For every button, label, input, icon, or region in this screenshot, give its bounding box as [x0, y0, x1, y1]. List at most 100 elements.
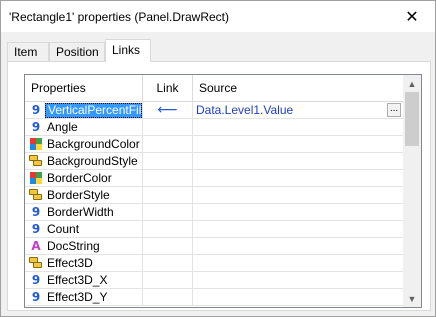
- property-cell[interactable]: 9 Count: [25, 221, 143, 238]
- property-name: Count: [47, 222, 80, 236]
- property-cell[interactable]: BackgroundStyle: [25, 153, 143, 170]
- property-cell[interactable]: 9 Angle: [25, 119, 143, 136]
- grid-rows: 9 VerticalPercentFill ⟵ Data.Level1.Value..…: [25, 102, 403, 306]
- property-cell[interactable]: 9 VerticalPercentFill: [25, 102, 143, 119]
- arrow-up-icon: ▲: [407, 78, 417, 89]
- number-icon-glyph: 9: [31, 205, 41, 219]
- number-icon-glyph: 9: [31, 273, 41, 287]
- property-name: Effect3D_Y: [47, 290, 108, 304]
- table-row[interactable]: BackgroundColor: [25, 136, 403, 153]
- number-icon: 9: [29, 120, 43, 134]
- number-icon: 9: [29, 205, 43, 219]
- window-title: 'Rectangle1' properties (Panel.DrawRect): [9, 10, 230, 24]
- style-icon: [29, 188, 43, 202]
- source-cell[interactable]: [193, 136, 403, 153]
- style-icon: [29, 154, 43, 168]
- table-row[interactable]: 9 VerticalPercentFill ⟵ Data.Level1.Value..…: [25, 102, 403, 119]
- property-name: BackgroundColor: [47, 137, 140, 151]
- number-icon: 9: [29, 273, 43, 287]
- color-icon: [29, 137, 43, 151]
- property-name: VerticalPercentFill: [48, 103, 143, 117]
- property-cell[interactable]: BackgroundColor: [25, 136, 143, 153]
- property-name: DocString: [47, 239, 100, 253]
- links-panel: Properties Link Source 9 VerticalPercentF…: [7, 61, 431, 311]
- link-cell[interactable]: [143, 221, 193, 238]
- property-cell[interactable]: 9 BorderWidth: [25, 204, 143, 221]
- source-cell[interactable]: [193, 119, 403, 136]
- source-cell[interactable]: [193, 238, 403, 255]
- property-cell[interactable]: 9 Effect3D_X: [25, 272, 143, 289]
- table-row[interactable]: Effect3D: [25, 255, 403, 272]
- link-cell[interactable]: [143, 255, 193, 272]
- column-header-link[interactable]: Link: [143, 75, 193, 102]
- link-cell[interactable]: ⟵: [143, 102, 193, 119]
- property-name: Angle: [47, 120, 78, 134]
- table-row[interactable]: 9 Angle: [25, 119, 403, 136]
- tab-links[interactable]: Links: [105, 39, 151, 62]
- close-icon: ✕: [405, 8, 419, 26]
- link-arrow-icon: ⟵: [157, 102, 178, 118]
- browse-button[interactable]: ...: [387, 103, 401, 117]
- table-row[interactable]: BackgroundStyle: [25, 153, 403, 170]
- scroll-up-button[interactable]: ▲: [403, 75, 421, 92]
- link-cell[interactable]: [143, 272, 193, 289]
- link-cell[interactable]: [143, 119, 193, 136]
- string-icon: A: [29, 239, 43, 253]
- source-cell[interactable]: [193, 255, 403, 272]
- number-icon-glyph: 9: [31, 120, 41, 134]
- number-icon-glyph: 9: [31, 103, 41, 117]
- property-name: BackgroundStyle: [47, 154, 138, 168]
- link-cell[interactable]: [143, 204, 193, 221]
- property-cell[interactable]: A DocString: [25, 238, 143, 255]
- link-cell[interactable]: [143, 136, 193, 153]
- property-cell[interactable]: 9 Effect3D_Y: [25, 289, 143, 306]
- table-row[interactable]: 9 BorderWidth: [25, 204, 403, 221]
- source-cell[interactable]: Data.Level1.Value...: [193, 102, 403, 119]
- table-row[interactable]: BorderStyle: [25, 187, 403, 204]
- color-icon: [29, 171, 43, 185]
- link-cell[interactable]: [143, 153, 193, 170]
- source-value: Data.Level1.Value: [196, 103, 294, 117]
- link-cell[interactable]: [143, 170, 193, 187]
- link-cell[interactable]: [143, 238, 193, 255]
- link-cell[interactable]: [143, 289, 193, 306]
- table-row[interactable]: 9 Count: [25, 221, 403, 238]
- column-header-source[interactable]: Source: [193, 75, 403, 102]
- number-icon-glyph: 9: [31, 222, 41, 236]
- style-icon: [29, 256, 43, 270]
- tab-item[interactable]: Item: [7, 42, 49, 61]
- close-button[interactable]: ✕: [389, 1, 435, 32]
- vertical-scrollbar[interactable]: ▲ ▼: [403, 75, 421, 307]
- source-cell[interactable]: [193, 221, 403, 238]
- property-name: BorderStyle: [47, 188, 110, 202]
- property-name: Effect3D: [47, 256, 93, 270]
- property-cell[interactable]: Effect3D: [25, 255, 143, 272]
- table-row[interactable]: 9 Effect3D_X: [25, 272, 403, 289]
- scrollbar-thumb[interactable]: [405, 92, 419, 146]
- property-name: Effect3D_X: [47, 273, 108, 287]
- source-cell[interactable]: [193, 272, 403, 289]
- source-cell[interactable]: [193, 170, 403, 187]
- link-cell[interactable]: [143, 187, 193, 204]
- property-cell[interactable]: BorderColor: [25, 170, 143, 187]
- column-header-properties[interactable]: Properties: [25, 75, 143, 102]
- source-cell[interactable]: [193, 187, 403, 204]
- number-icon: 9: [29, 103, 43, 117]
- title-bar: 'Rectangle1' properties (Panel.DrawRect)…: [1, 1, 435, 32]
- source-cell[interactable]: [193, 289, 403, 306]
- tab-position[interactable]: Position: [49, 42, 105, 61]
- scroll-down-button[interactable]: ▼: [403, 290, 421, 307]
- table-row[interactable]: A DocString: [25, 238, 403, 255]
- source-cell[interactable]: [193, 153, 403, 170]
- property-name: BorderColor: [47, 171, 112, 185]
- source-cell[interactable]: [193, 204, 403, 221]
- table-row[interactable]: 9 Effect3D_Y: [25, 289, 403, 306]
- string-icon-glyph: A: [31, 239, 41, 253]
- properties-dialog: 'Rectangle1' properties (Panel.DrawRect)…: [0, 0, 436, 317]
- property-name: BorderWidth: [47, 205, 114, 219]
- number-icon: 9: [29, 290, 43, 304]
- table-row[interactable]: BorderColor: [25, 170, 403, 187]
- property-cell[interactable]: BorderStyle: [25, 187, 143, 204]
- number-icon: 9: [29, 222, 43, 236]
- links-grid: Properties Link Source 9 VerticalPercentF…: [24, 74, 422, 308]
